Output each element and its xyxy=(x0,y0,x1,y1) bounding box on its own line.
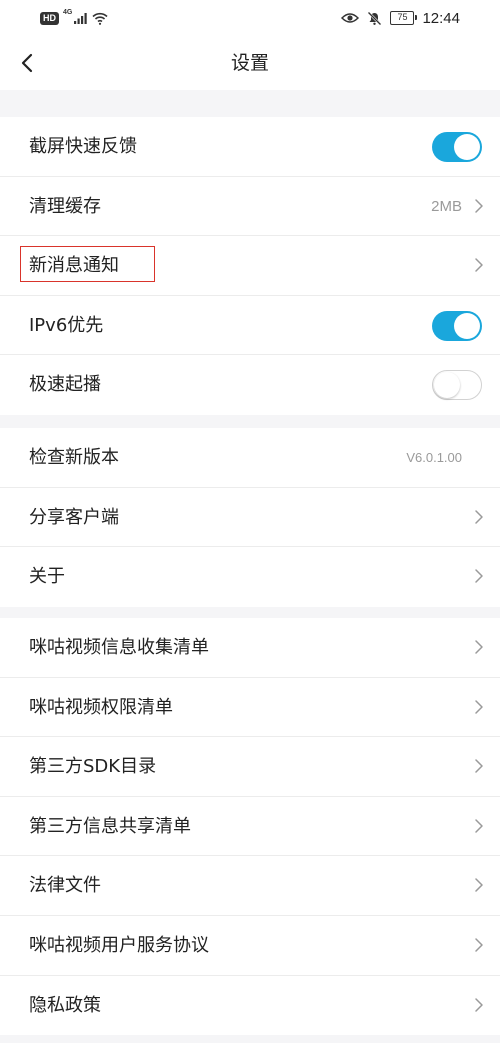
mute-icon xyxy=(368,11,382,25)
row-share-client[interactable]: 分享客户端 xyxy=(0,488,500,548)
chevron-right-icon xyxy=(475,759,483,773)
row-screenshot-feedback[interactable]: 截屏快速反馈 xyxy=(0,117,500,177)
screenshot-feedback-toggle[interactable] xyxy=(432,132,482,162)
network-type: 4G xyxy=(63,9,73,16)
cache-size-value: 2MB xyxy=(431,197,462,215)
row-info-collection-list[interactable]: 咪咕视频信息收集清单 xyxy=(0,618,500,678)
chevron-right-icon xyxy=(475,938,483,952)
row-label: 咪咕视频信息收集清单 xyxy=(29,637,209,658)
row-label: 极速起播 xyxy=(29,374,101,396)
status-time: 12:44 xyxy=(422,9,460,27)
row-check-new-version[interactable]: 检查新版本 V6.0.1.00 xyxy=(0,428,500,488)
fast-start-play-toggle[interactable] xyxy=(432,370,482,401)
row-label: 第三方SDK目录 xyxy=(29,756,157,778)
chevron-right-icon xyxy=(475,569,483,583)
status-bar: HD 4G 75 12:44 xyxy=(0,0,500,36)
chevron-right-icon xyxy=(475,699,483,714)
settings-section-1: 截屏快速反馈 清理缓存 2MB 新消息通知 IPv6优先 极速起播 xyxy=(0,117,500,415)
header: 设置 xyxy=(0,36,500,90)
status-bar-left: HD 4G xyxy=(40,9,108,27)
toggle-knob xyxy=(454,312,480,339)
row-clear-cache[interactable]: 清理缓存 2MB xyxy=(0,177,500,237)
highlight-box xyxy=(20,246,155,283)
row-label: 第三方信息共享清单 xyxy=(29,815,191,837)
back-button[interactable] xyxy=(10,46,44,80)
row-privacy-policy[interactable]: 隐私政策 xyxy=(0,976,500,1036)
row-user-service-agreement[interactable]: 咪咕视频用户服务协议 xyxy=(0,916,500,976)
settings-section-2: 检查新版本 V6.0.1.00 分享客户端 关于 xyxy=(0,428,500,607)
row-label: 法律文件 xyxy=(29,875,101,897)
row-legal-documents[interactable]: 法律文件 xyxy=(0,856,500,916)
row-label: 隐私政策 xyxy=(29,994,101,1016)
row-about[interactable]: 关于 xyxy=(0,547,500,607)
chevron-right-icon xyxy=(475,997,483,1012)
row-label: 截屏快速反馈 xyxy=(29,136,137,157)
row-label: 咪咕视频用户服务协议 xyxy=(29,934,209,956)
chevron-right-icon xyxy=(475,198,483,213)
row-label: 咪咕视频权限清单 xyxy=(29,696,173,718)
row-label: 关于 xyxy=(29,566,65,588)
version-value: V6.0.1.00 xyxy=(406,450,462,465)
row-label: IPv6优先 xyxy=(29,314,104,336)
eye-icon xyxy=(341,13,360,23)
ipv6-priority-toggle[interactable] xyxy=(432,310,482,341)
chevron-right-icon xyxy=(475,258,483,272)
chevron-right-icon xyxy=(475,640,483,654)
page-title: 设置 xyxy=(230,52,269,74)
row-third-party-sdk[interactable]: 第三方SDK目录 xyxy=(0,737,500,797)
row-label: 检查新版本 xyxy=(29,447,119,468)
row-label: 分享客户端 xyxy=(29,506,119,528)
signal-icon xyxy=(74,13,88,24)
toggle-knob xyxy=(433,371,460,398)
row-third-party-sharing[interactable]: 第三方信息共享清单 xyxy=(0,797,500,857)
battery-icon: 75 xyxy=(390,11,418,25)
wifi-icon xyxy=(92,12,108,25)
chevron-right-icon xyxy=(475,509,483,524)
row-permission-list[interactable]: 咪咕视频权限清单 xyxy=(0,678,500,738)
row-label: 清理缓存 xyxy=(29,195,101,217)
settings-section-3: 咪咕视频信息收集清单 咪咕视频权限清单 第三方SDK目录 第三方信息共享清单 法… xyxy=(0,618,500,1036)
row-ipv6-priority[interactable]: IPv6优先 xyxy=(0,296,500,356)
row-fast-start-play[interactable]: 极速起播 xyxy=(0,355,500,415)
hd-badge: HD xyxy=(40,11,59,25)
chevron-left-icon xyxy=(21,53,33,73)
chevron-right-icon xyxy=(475,819,483,833)
toggle-knob xyxy=(454,134,480,160)
status-bar-right: 75 12:44 xyxy=(341,8,460,28)
chevron-right-icon xyxy=(475,878,483,893)
row-new-message-notification[interactable]: 新消息通知 xyxy=(0,236,500,296)
